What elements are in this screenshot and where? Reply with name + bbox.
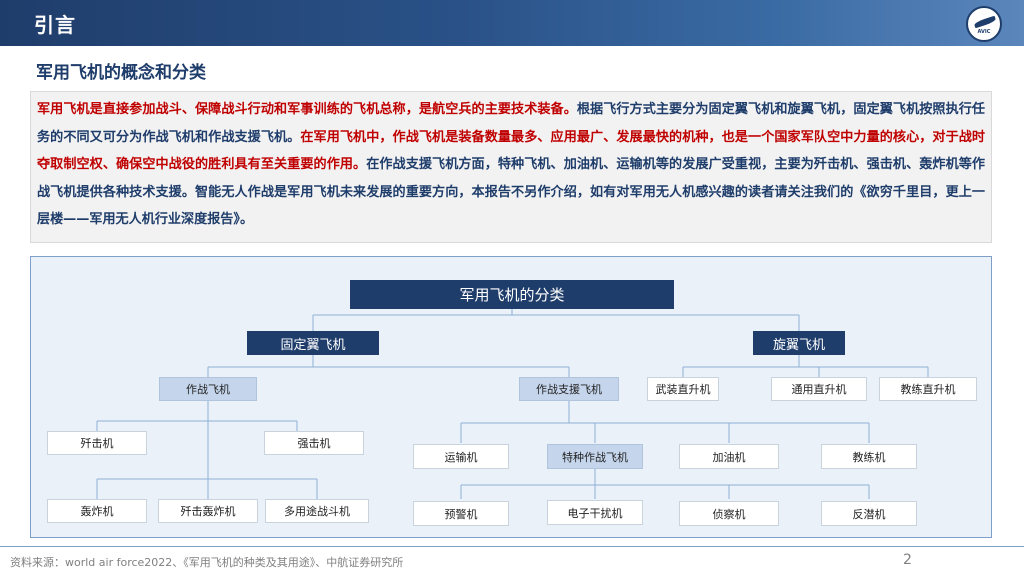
node-aew: 预警机 [413, 501, 509, 526]
classification-diagram: 军用飞机的分类 固定翼飞机 旋翼飞机 作战飞机 作战支援飞机 武装直升机 通用直… [30, 256, 992, 538]
node-fixed-wing: 固定翼飞机 [247, 331, 379, 355]
footer-divider [0, 546, 1024, 547]
node-anti-submarine: 反潜机 [821, 501, 917, 526]
node-combat-support-aircraft: 作战支援飞机 [519, 377, 619, 401]
page-subtitle: 军用飞机的概念和分类 [36, 63, 206, 83]
node-tanker: 加油机 [679, 444, 779, 469]
node-transport: 运输机 [413, 444, 509, 469]
node-trainer: 教练机 [821, 444, 917, 469]
node-fighter-bomber: 歼击轰炸机 [158, 499, 258, 523]
node-military-aircraft-classification: 军用飞机的分类 [350, 280, 674, 309]
node-special-mission-aircraft: 特种作战飞机 [547, 444, 643, 469]
node-attacker: 强击机 [264, 431, 364, 455]
intro-textbox: 军用飞机是直接参加战斗、保障战斗行动和军事训练的飞机总称，是航空兵的主要技术装备… [30, 91, 992, 243]
node-armed-helicopter: 武装直升机 [647, 377, 719, 401]
header-bar: 引言 AVIC [0, 0, 1024, 46]
node-fighter: 歼击机 [47, 431, 147, 455]
page-number: 2 [903, 552, 912, 568]
node-multirole-fighter: 多用途战斗机 [265, 499, 369, 523]
node-rotary-wing: 旋翼飞机 [753, 331, 845, 355]
avic-logo-icon: AVIC [966, 6, 1002, 42]
logo-wing-shape [973, 15, 997, 29]
node-trainer-helicopter: 教练直升机 [879, 377, 977, 401]
node-bomber: 轰炸机 [47, 499, 147, 523]
intro-definition: 军用飞机是直接参加战斗、保障战斗行动和军事训练的飞机总称，是航空兵的主要技术装备… [37, 102, 577, 117]
section-title: 引言 [34, 13, 76, 37]
node-utility-helicopter: 通用直升机 [771, 377, 867, 401]
node-reconnaissance: 侦察机 [679, 501, 779, 526]
node-electronic-warfare: 电子干扰机 [547, 500, 643, 525]
logo-text: AVIC [977, 29, 991, 35]
node-combat-aircraft: 作战飞机 [159, 377, 257, 401]
source-note: 资料来源：world air force2022、《军用飞机的种类及其用途》、中… [10, 556, 404, 569]
